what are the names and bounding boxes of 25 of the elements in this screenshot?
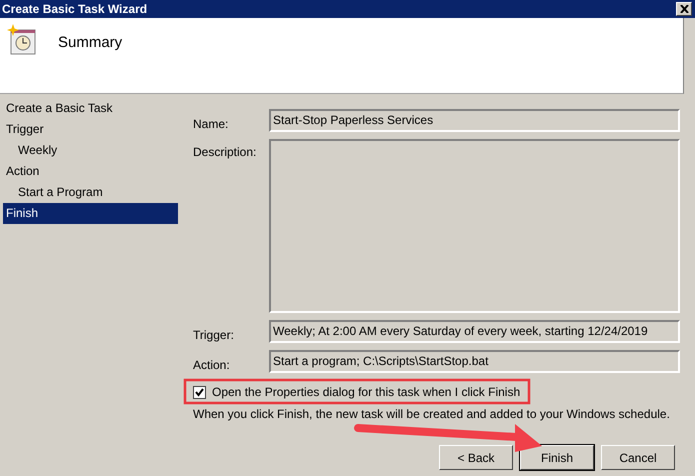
text-field[interactable]: Start-Stop Paperless Services	[269, 109, 680, 132]
field-label: Action:	[193, 357, 231, 373]
info-text: When you click Finish, the new task will be created and added to your Windows schedule.	[193, 407, 671, 421]
window-title: Create Basic Task Wizard	[2, 2, 148, 16]
page-title: Summary	[58, 34, 122, 51]
text-field[interactable]: Start a program; C:\Scripts\StartStop.bat	[269, 350, 680, 373]
calendar-clock-icon	[6, 24, 38, 56]
dialog-button[interactable]: < Back	[439, 445, 513, 470]
step-item[interactable]: Create a Basic Task	[3, 98, 178, 119]
step-item[interactable]: Start a Program	[3, 182, 178, 203]
checkbox[interactable]	[193, 386, 206, 398]
step-item[interactable]: Action	[3, 161, 178, 182]
step-item[interactable]: Trigger	[3, 119, 178, 140]
dialog-button[interactable]: Cancel	[601, 445, 675, 470]
checkbox-label: Open the Properties dialog for this task when I click Finish	[212, 385, 520, 399]
step-item[interactable]: Weekly	[3, 140, 178, 161]
field-label: Trigger:	[193, 327, 235, 343]
close-icon	[680, 5, 688, 13]
description-field[interactable]	[269, 139, 680, 313]
close-button[interactable]	[676, 2, 692, 16]
field-label: Description:	[193, 144, 258, 161]
dialog-button[interactable]: Finish	[520, 445, 594, 470]
field-label: Name:	[193, 116, 230, 132]
step-item[interactable]: Finish	[3, 203, 178, 224]
text-field[interactable]: Weekly; At 2:00 AM every Saturday of every week, starting 12/24/2019	[269, 320, 680, 343]
